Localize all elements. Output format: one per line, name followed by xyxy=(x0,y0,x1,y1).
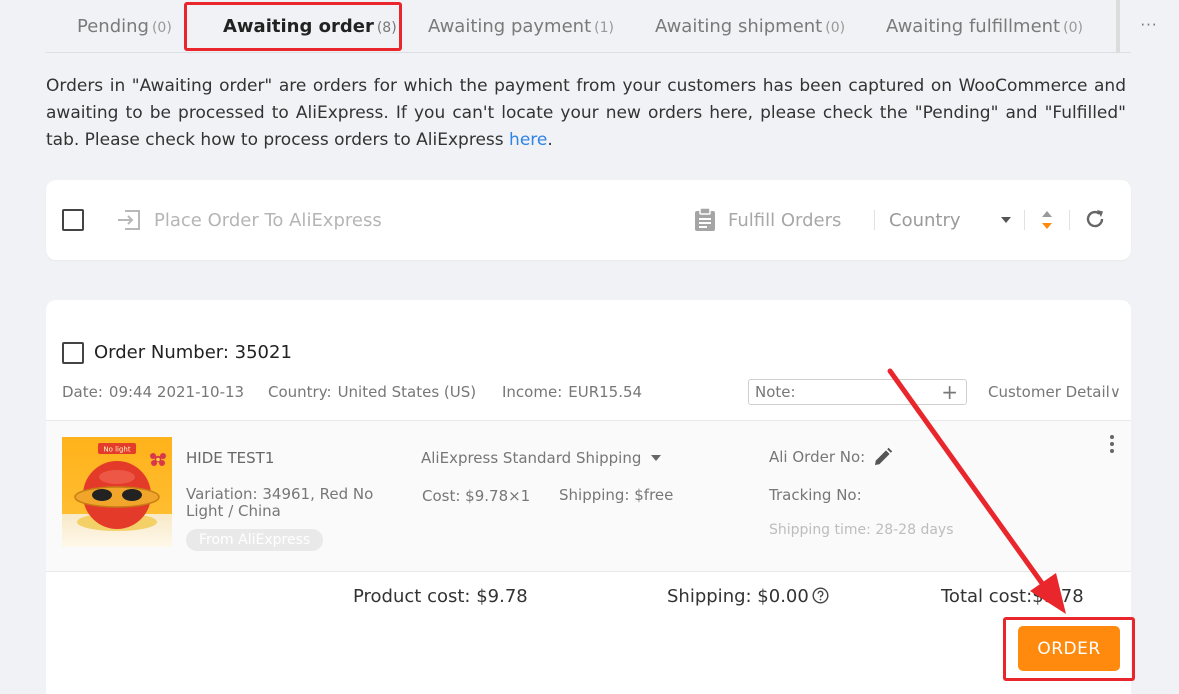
question-circle-icon[interactable] xyxy=(812,587,829,604)
place-order-label: Place Order To AliExpress xyxy=(154,209,382,231)
product-thumbnail: No light xyxy=(62,437,172,547)
tab-label: Awaiting fulfillment xyxy=(886,16,1061,37)
order-line-item: No light HIDE TEST1 Variation: 34961, Re… xyxy=(46,420,1131,572)
ali-order-label: Ali Order No: xyxy=(769,448,866,466)
order-country: Country: United States (US) xyxy=(268,383,476,401)
bulk-actions-toolbar: Place Order To AliExpress Fulfill Orders… xyxy=(46,180,1131,260)
shipping-method-select[interactable]: AliExpress Standard Shipping xyxy=(421,449,662,467)
tab-awaiting-fulfillment[interactable]: Awaiting fulfillment (0) xyxy=(886,0,1083,53)
tab-label: Awaiting shipment xyxy=(655,16,823,37)
pencil-icon[interactable] xyxy=(873,447,893,467)
country-select-value: Country xyxy=(889,209,961,231)
order-country-value: United States (US) xyxy=(337,383,477,401)
add-note-icon[interactable]: + xyxy=(941,380,958,404)
ali-order-number: Ali Order No: xyxy=(769,447,893,467)
order-income: Income: EUR15.54 xyxy=(502,383,642,401)
order-note-field: + xyxy=(748,379,967,405)
order-button[interactable]: ORDER xyxy=(1018,626,1120,671)
place-order-button[interactable]: Place Order To AliExpress xyxy=(116,206,382,234)
tab-awaiting-order[interactable]: Awaiting order (8) xyxy=(223,0,397,53)
shipping-time: Shipping time: 28-28 days xyxy=(769,522,954,538)
toolbar-divider xyxy=(1069,210,1070,230)
order-status-tabs: Pending (0) Awaiting order (8) Awaiting pa… xyxy=(46,0,1157,53)
order-country-label: Country: xyxy=(268,383,332,401)
tracking-number: Tracking No: xyxy=(769,486,862,504)
tab-count: (1) xyxy=(594,20,614,36)
product-shipping-cost: Shipping: $free xyxy=(559,486,674,504)
order-income-label: Income: xyxy=(502,383,563,401)
fulfill-orders-label: Fulfill Orders xyxy=(728,209,842,231)
tab-pending[interactable]: Pending (0) xyxy=(77,0,172,53)
toolbar-divider xyxy=(1024,210,1025,230)
shipping-total-value: Shipping: $0.00 xyxy=(667,586,809,607)
country-select[interactable]: Country xyxy=(889,206,1011,234)
tab-awaiting-shipment[interactable]: Awaiting shipment (0) xyxy=(655,0,845,53)
help-link[interactable]: here xyxy=(509,130,547,150)
sort-icon[interactable] xyxy=(1040,208,1054,232)
toolbar-divider xyxy=(874,210,875,230)
shipping-total: Shipping: $0.00 xyxy=(667,586,829,607)
tab-label: Pending xyxy=(77,16,149,37)
order-select-checkbox[interactable] xyxy=(62,342,84,364)
note-input[interactable] xyxy=(755,382,935,402)
order-date-label: Date: xyxy=(62,383,103,401)
product-name: HIDE TEST1 xyxy=(186,449,275,467)
tab-label: Awaiting payment xyxy=(428,16,592,37)
description-tail: . xyxy=(547,130,553,150)
more-actions-icon[interactable] xyxy=(1108,435,1116,455)
refresh-icon[interactable] xyxy=(1084,208,1106,230)
thumb-label-text: No light xyxy=(103,446,131,454)
order-number: Order Number: 35021 xyxy=(94,342,292,363)
product-cost-total: Product cost: $9.78 xyxy=(353,586,528,607)
shipping-method-value: AliExpress Standard Shipping xyxy=(421,449,642,467)
tab-count: (8) xyxy=(376,20,397,36)
order-card: Order Number: 35021 Date: 09:44 2021-10-1… xyxy=(46,300,1131,694)
tab-awaiting-payment[interactable]: Awaiting payment (1) xyxy=(428,0,614,53)
tab-label: Awaiting order xyxy=(223,16,374,37)
source-badge: From AliExpress xyxy=(186,529,324,551)
fulfill-orders-button[interactable]: Fulfill Orders xyxy=(694,206,841,234)
product-variation: Variation: 34961, Red No Light / China xyxy=(186,485,374,520)
chevron-down-icon xyxy=(1001,217,1011,223)
tab-count: (0) xyxy=(1063,20,1083,36)
tab-count: (0) xyxy=(151,20,172,36)
product-image: No light xyxy=(74,443,166,531)
order-total-cost: Total cost:$9.78 xyxy=(941,586,1084,607)
order-date: Date: 09:44 2021-10-13 xyxy=(62,383,244,401)
clipboard-icon xyxy=(695,208,715,231)
select-all-checkbox[interactable] xyxy=(62,209,84,231)
order-date-value: 09:44 2021-10-13 xyxy=(108,383,245,401)
place-order-icon xyxy=(118,210,140,230)
more-tabs-icon[interactable]: ··· xyxy=(1138,14,1160,36)
product-unit-cost: Cost: $9.78×1 xyxy=(422,487,531,505)
tab-count: (0) xyxy=(825,20,846,36)
description-text: Orders in "Awaiting order" are orders fo… xyxy=(46,76,1126,150)
caret-down-icon xyxy=(651,455,662,461)
order-income-value: EUR15.54 xyxy=(568,383,643,401)
tab-scroll-divider xyxy=(1116,0,1120,53)
awaiting-order-description: Orders in "Awaiting order" are orders fo… xyxy=(46,73,1126,154)
customer-detail-toggle[interactable]: Customer Detail∨ xyxy=(988,383,1121,401)
